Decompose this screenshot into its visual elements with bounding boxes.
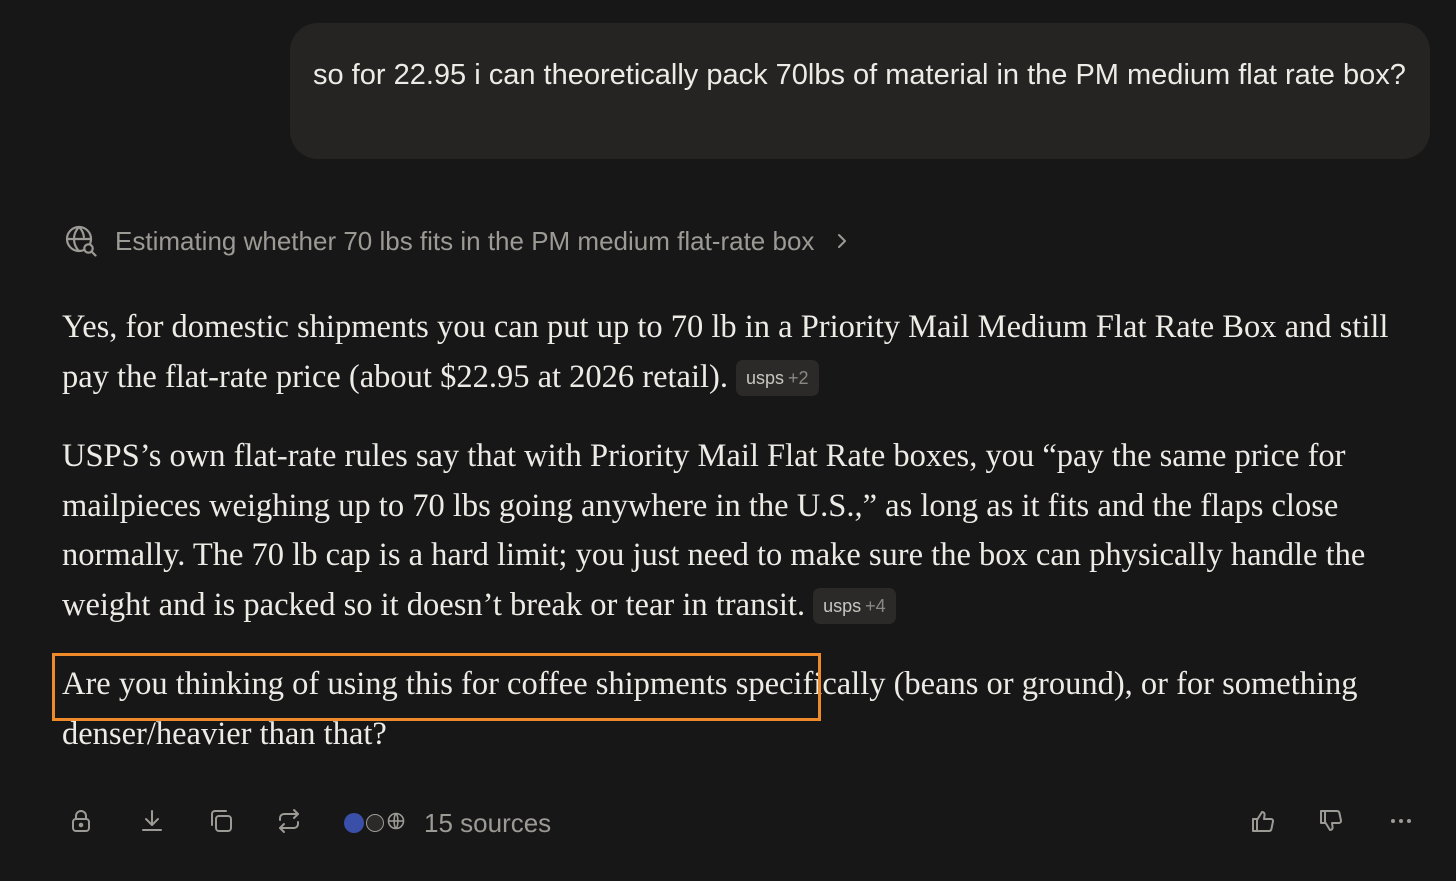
sources-count: 15 sources <box>424 807 552 838</box>
download-icon <box>138 807 166 840</box>
answer-paragraph-2-text: USPS’s own flat-rate rules say that with… <box>62 438 1366 623</box>
answer-paragraph-1: Yes, for domestic shipments you can put … <box>62 303 1442 402</box>
copy-icon <box>207 807 235 840</box>
citation-source: usps <box>745 367 785 388</box>
answer-paragraph-2: USPS’s own flat-rate rules say that with… <box>62 432 1442 630</box>
assistant-answer: Yes, for domestic shipments you can put … <box>62 303 1442 789</box>
highlighted-question: Are you thinking of using this for coffe… <box>62 666 728 702</box>
citation-source: usps <box>823 595 862 616</box>
citation-chip[interactable]: usps +2 <box>735 359 819 396</box>
sources-button[interactable]: 15 sources <box>344 804 551 842</box>
source-favicon-icon <box>366 814 384 832</box>
user-message-text: so for 22.95 i can theoretically pack 70… <box>313 59 1406 91</box>
globe-search-icon <box>64 224 98 258</box>
citation-chip[interactable]: usps +4 <box>813 587 896 624</box>
download-button[interactable] <box>135 806 169 840</box>
copy-button[interactable] <box>204 806 238 840</box>
chevron-right-icon <box>834 233 850 249</box>
answer-paragraph-3: Are you thinking of using this for coffe… <box>62 660 1442 759</box>
globe-icon <box>386 811 406 836</box>
citation-more-count: +2 <box>788 367 809 388</box>
thumbs-down-button[interactable] <box>1314 806 1348 840</box>
lock-icon <box>67 807 95 840</box>
lock-button[interactable] <box>64 806 98 840</box>
regenerate-icon <box>275 807 303 840</box>
citation-more-count: +4 <box>865 595 886 616</box>
thumbs-up-icon <box>1249 807 1277 840</box>
user-message-bubble: so for 22.95 i can theoretically pack 70… <box>290 23 1430 159</box>
thumbs-up-button[interactable] <box>1246 806 1280 840</box>
source-favicon-icon <box>344 813 364 833</box>
thinking-step-toggle[interactable]: Estimating whether 70 lbs fits in the PM… <box>64 222 850 260</box>
response-toolbar: 15 sources <box>64 800 1424 846</box>
thinking-step-label: Estimating whether 70 lbs fits in the PM… <box>115 225 815 256</box>
more-icon <box>1387 807 1415 840</box>
thumbs-down-icon <box>1317 807 1345 840</box>
answer-paragraph-1-text: Yes, for domestic shipments you can put … <box>62 309 1389 395</box>
more-options-button[interactable] <box>1384 806 1418 840</box>
regenerate-button[interactable] <box>272 806 306 840</box>
